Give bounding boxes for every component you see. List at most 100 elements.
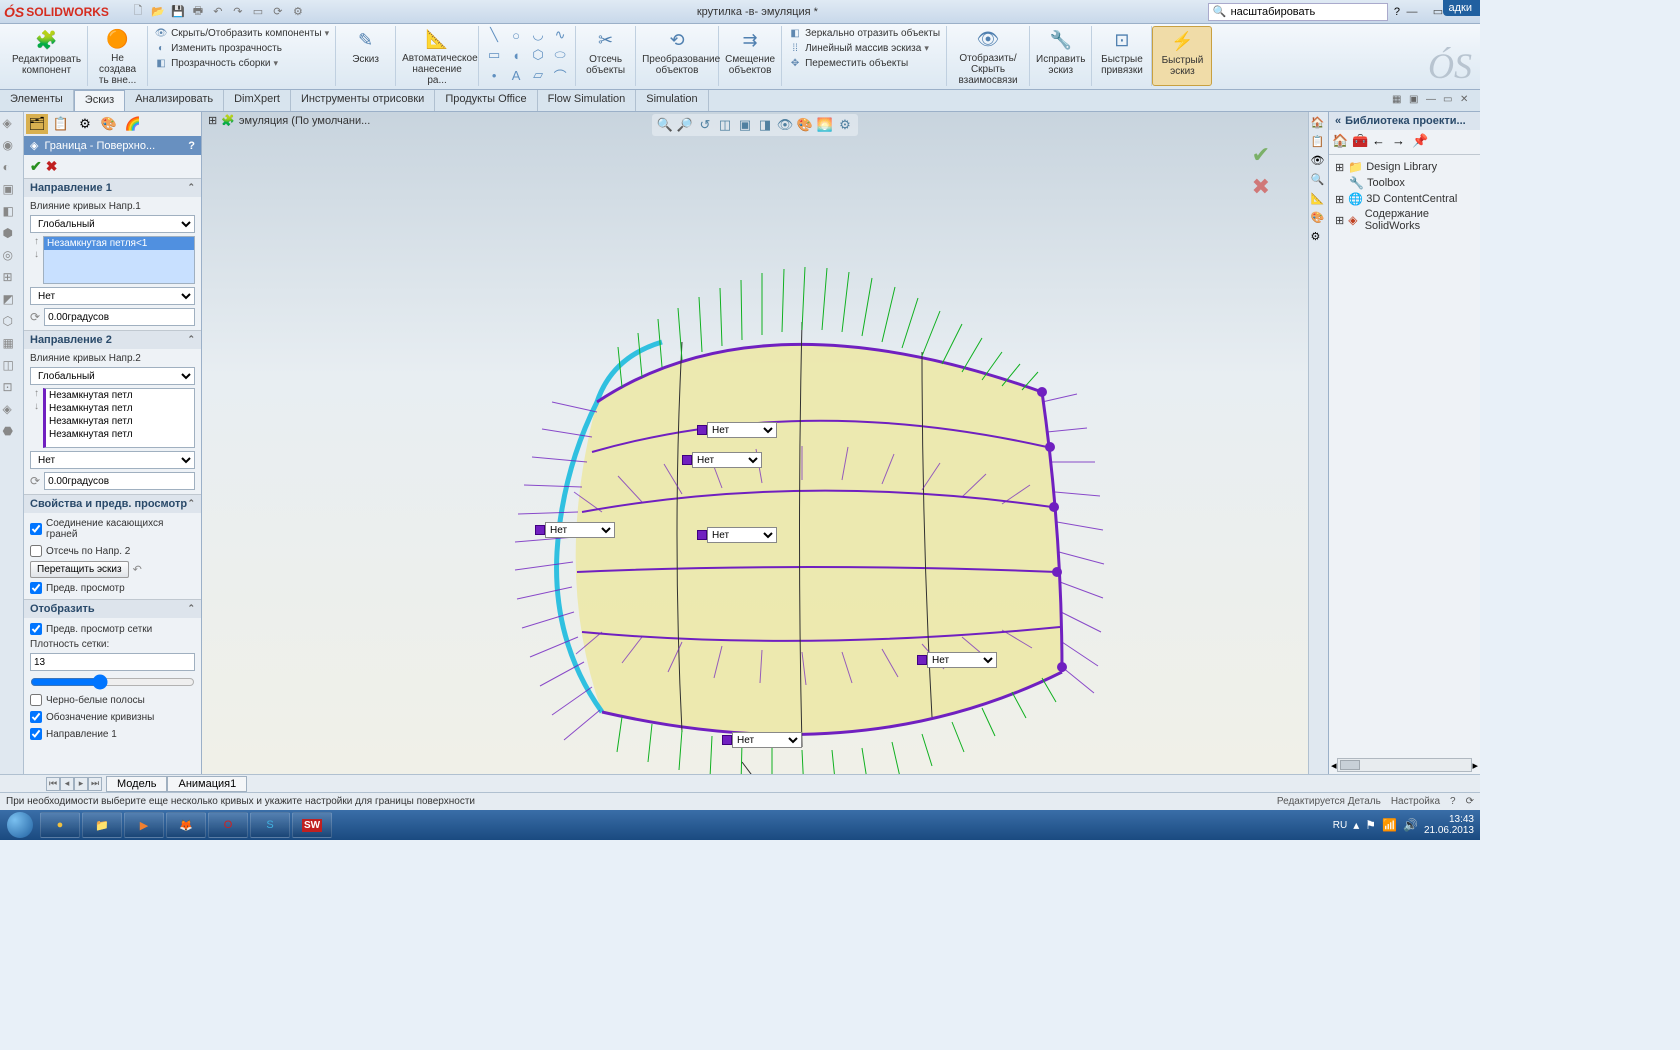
- collapse-icon[interactable]: ⌃: [187, 498, 195, 510]
- d1-tangent-select[interactable]: Нет: [30, 287, 195, 305]
- view-settings-icon[interactable]: ⚙: [836, 116, 854, 134]
- ls-icon[interactable]: ◈: [3, 116, 21, 134]
- point-icon[interactable]: •: [485, 66, 503, 84]
- pm-tab-appearance[interactable]: 🌈: [122, 114, 144, 134]
- tray-sound-icon[interactable]: 🔊: [1403, 818, 1418, 832]
- text-icon[interactable]: A: [507, 66, 525, 84]
- tab-flow[interactable]: Flow Simulation: [538, 90, 637, 111]
- tab-office[interactable]: Продукты Office: [435, 90, 537, 111]
- tab-sketch[interactable]: Эскиз: [74, 90, 125, 111]
- start-button[interactable]: [2, 811, 38, 839]
- ribbon-show-relations[interactable]: 👁Отобразить/Скрыть взаимосвязи: [947, 26, 1030, 86]
- tangent-callout[interactable]: Нет: [697, 527, 777, 543]
- ribbon-edit-component[interactable]: 🧩Редактировать компонент: [6, 26, 88, 86]
- breadcrumb[interactable]: ⊞ 🧩 эмуляция (По умолчани...: [208, 114, 370, 127]
- undo-drag-icon[interactable]: ↶: [133, 563, 142, 576]
- pm-tab-config[interactable]: ⚙: [74, 114, 96, 134]
- arc-icon[interactable]: ◡: [529, 26, 547, 44]
- ribbon-linear-pattern[interactable]: ⁞⁞Линейный массив эскиза▾: [788, 41, 929, 55]
- tab-simulation[interactable]: Simulation: [636, 90, 708, 111]
- design-library-tree[interactable]: ⊞📁Design Library 🔧Toolbox ⊞🌐3D ContentCe…: [1329, 155, 1480, 237]
- tangent-callout[interactable]: Нет: [917, 652, 997, 668]
- ls-icon[interactable]: ◩: [3, 292, 21, 310]
- tab-dimxpert[interactable]: DimXpert: [224, 90, 291, 111]
- dl-toolbox-icon[interactable]: 🧰: [1352, 133, 1370, 151]
- dl-hscroll[interactable]: ◂▸: [1329, 756, 1480, 774]
- scene-icon[interactable]: 🌅: [816, 116, 834, 134]
- ls-icon[interactable]: ◧: [3, 204, 21, 222]
- tab-features[interactable]: Элементы: [0, 90, 74, 111]
- drag-sketch-button[interactable]: Перетащить эскиз: [30, 561, 129, 578]
- taskbar-firefox[interactable]: 🦊: [166, 812, 206, 838]
- dl-pin-icon[interactable]: 📌: [1412, 133, 1430, 151]
- ls-icon[interactable]: ◉: [3, 138, 21, 156]
- ribbon-trim[interactable]: ✂Отсечь объекты: [576, 26, 636, 86]
- ls-icon[interactable]: ⬢: [3, 226, 21, 244]
- line-icon[interactable]: ╲: [485, 26, 503, 44]
- status-help-icon[interactable]: ?: [1450, 796, 1456, 807]
- tab-next-icon[interactable]: ▸: [74, 777, 88, 791]
- ellipse-icon[interactable]: ⬭: [551, 46, 569, 64]
- tangent-callout[interactable]: Нет: [722, 732, 802, 748]
- merge-tangent-check[interactable]: Соединение касающихся граней: [30, 517, 195, 541]
- ribbon-convert[interactable]: ⟲Преобразование объектов: [636, 26, 719, 86]
- expand-icon[interactable]: ⊞: [208, 114, 217, 127]
- rebuild-icon[interactable]: ⟳: [269, 3, 287, 21]
- pm-ok-button[interactable]: ✔: [30, 158, 42, 175]
- tray-up-icon[interactable]: ▴: [1353, 818, 1359, 832]
- taskbar-media[interactable]: ▶: [124, 812, 164, 838]
- section-icon[interactable]: ◫: [716, 116, 734, 134]
- view-orient-icon[interactable]: ▣: [736, 116, 754, 134]
- mesh-preview-check[interactable]: Предв. просмотр сетки: [30, 622, 195, 636]
- tangent-callout[interactable]: Нет: [697, 422, 777, 438]
- ls-icon[interactable]: ⬡: [3, 314, 21, 332]
- collapse-icon[interactable]: ⌃: [187, 182, 195, 194]
- d2-up-icon[interactable]: ↑: [34, 388, 39, 399]
- taskbar-solidworks[interactable]: SW: [292, 812, 332, 838]
- ls-icon[interactable]: ◫: [3, 358, 21, 376]
- polygon-icon[interactable]: ⬡: [529, 46, 547, 64]
- d2-influence-select[interactable]: Глобальный: [30, 367, 195, 385]
- plane-icon[interactable]: ▱: [529, 66, 547, 84]
- taskbar-explorer[interactable]: 📁: [82, 812, 122, 838]
- pm-help-icon[interactable]: ?: [188, 140, 195, 152]
- ls-icon[interactable]: ◐: [3, 160, 21, 178]
- tangent-select[interactable]: Нет: [707, 422, 777, 438]
- ribbon-offset[interactable]: ⇉Смещение объектов: [719, 26, 782, 86]
- tangent-callout[interactable]: Нет: [682, 452, 762, 468]
- graphics-viewport[interactable]: ⊞ 🧩 эмуляция (По умолчани... 🔍 🔎 ↺ ◫ ▣ ◨…: [202, 112, 1308, 774]
- tab-last-icon[interactable]: ⏭: [88, 777, 102, 791]
- density-input[interactable]: [30, 653, 195, 671]
- rs-home-icon[interactable]: 🏠: [1311, 116, 1327, 132]
- refresh-icon[interactable]: ⟳: [30, 474, 40, 488]
- status-customize[interactable]: Настройка: [1391, 796, 1440, 807]
- ribbon-quick-snaps[interactable]: ⊡Быстрые привязки: [1092, 26, 1152, 86]
- appearance-icon[interactable]: 🎨: [796, 116, 814, 134]
- tangent-select[interactable]: Нет: [545, 522, 615, 538]
- slot-icon[interactable]: ◖: [507, 46, 525, 64]
- rs-icon[interactable]: 📐: [1311, 192, 1327, 208]
- ribbon-transparency[interactable]: ◐Изменить прозрачность: [154, 41, 282, 55]
- collapse-icon[interactable]: ⌃: [187, 334, 195, 346]
- ls-icon[interactable]: ◈: [3, 402, 21, 420]
- ls-icon[interactable]: ⬣: [3, 424, 21, 442]
- print-icon[interactable]: 🖶: [189, 3, 207, 21]
- confirm-feature-icon[interactable]: ✔: [1252, 142, 1270, 168]
- dl-back-icon[interactable]: ←: [1372, 133, 1390, 151]
- collapse-icon[interactable]: ⌃: [187, 603, 195, 615]
- ribbon-sketch[interactable]: ✎Эскиз: [336, 26, 396, 86]
- circle-icon[interactable]: ○: [507, 26, 525, 44]
- window-cascade-icon[interactable]: ▣: [1409, 94, 1423, 108]
- status-rebuild-icon[interactable]: ⟳: [1466, 796, 1474, 807]
- ls-icon[interactable]: ◎: [3, 248, 21, 266]
- zoom-area-icon[interactable]: 🔎: [676, 116, 694, 134]
- rs-icon[interactable]: 🔍: [1311, 173, 1327, 189]
- dl-fwd-icon[interactable]: →: [1392, 133, 1410, 151]
- ls-icon[interactable]: ⊞: [3, 270, 21, 288]
- rect-icon[interactable]: ▭: [485, 46, 503, 64]
- display-d1-check[interactable]: Направление 1: [30, 727, 195, 741]
- window-min-icon[interactable]: —: [1426, 94, 1440, 108]
- ribbon-mirror[interactable]: ◧Зеркально отразить объекты: [788, 26, 940, 40]
- tray-network-icon[interactable]: 📶: [1382, 818, 1397, 832]
- ribbon-hide-show[interactable]: 👁Скрыть/Отобразить компоненты▾: [154, 26, 329, 40]
